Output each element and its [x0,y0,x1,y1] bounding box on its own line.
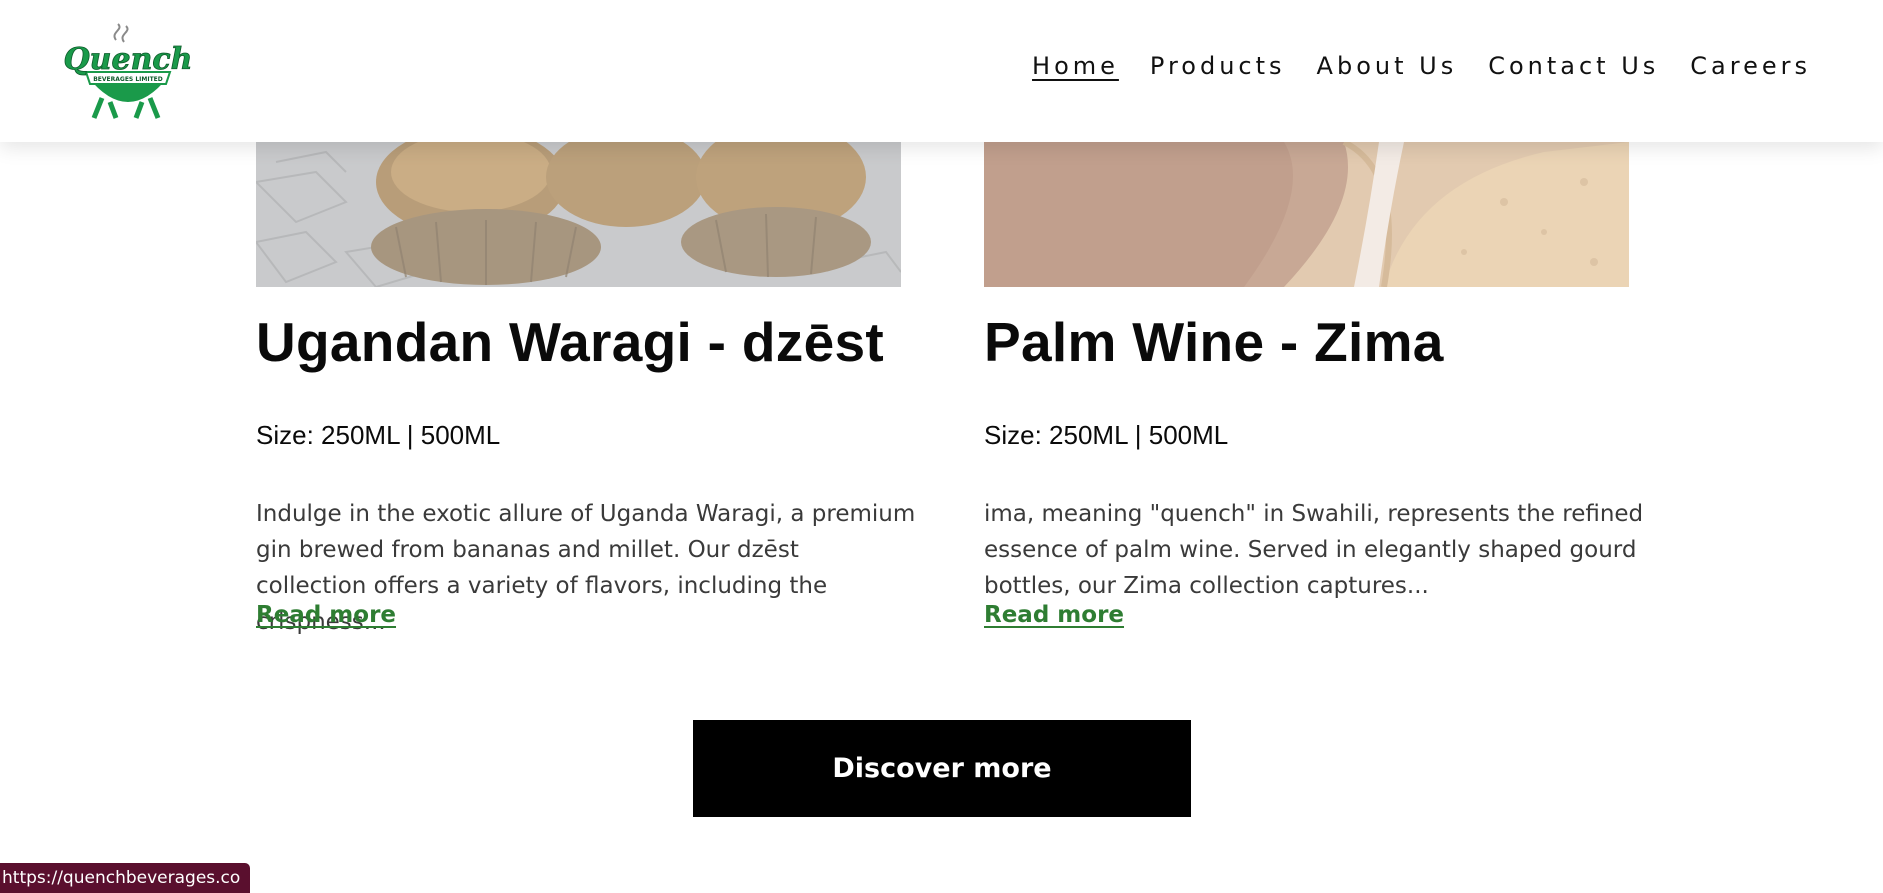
product-title: Palm Wine - Zima [984,311,1444,373]
read-more-link[interactable]: Read more [984,602,1124,628]
main-nav: Home Products About Us Contact Us Career… [1032,52,1811,80]
waragi-product-image [256,142,901,287]
svg-text:BEVERAGES LIMITED: BEVERAGES LIMITED [93,76,163,83]
product-title: Ugandan Waragi - dzēst [256,311,884,373]
nav-careers[interactable]: Careers [1690,52,1811,80]
product-size: Size: 250ML | 500ML [256,420,501,450]
product-description: ima, meaning "quench" in Swahili, repres… [984,501,1644,599]
read-more-link[interactable]: Read more [256,602,396,628]
quench-logo[interactable]: BEVERAGES LIMITED Quench [58,22,198,122]
zima-product-image [984,142,1629,287]
status-bar-url: https://quenchbeverages.co [0,863,251,893]
product-size: Size: 250ML | 500ML [984,420,1229,450]
discover-more-button[interactable]: Discover more [693,720,1191,817]
nav-about-us[interactable]: About Us [1317,52,1458,80]
product-card-zima: Palm Wine - Zima Size: 250ML | 500ML ima… [984,142,1643,628]
logo-icon: BEVERAGES LIMITED Quench [63,23,193,119]
site-header: BEVERAGES LIMITED Quench Home Products A… [0,0,1883,142]
product-card-waragi: Ugandan Waragi - dzēst Size: 250ML | 500… [256,142,915,635]
nav-home[interactable]: Home [1032,52,1119,80]
nav-contact-us[interactable]: Contact Us [1488,52,1659,80]
svg-text:Quench: Quench [64,42,193,77]
nav-products[interactable]: Products [1150,52,1286,80]
